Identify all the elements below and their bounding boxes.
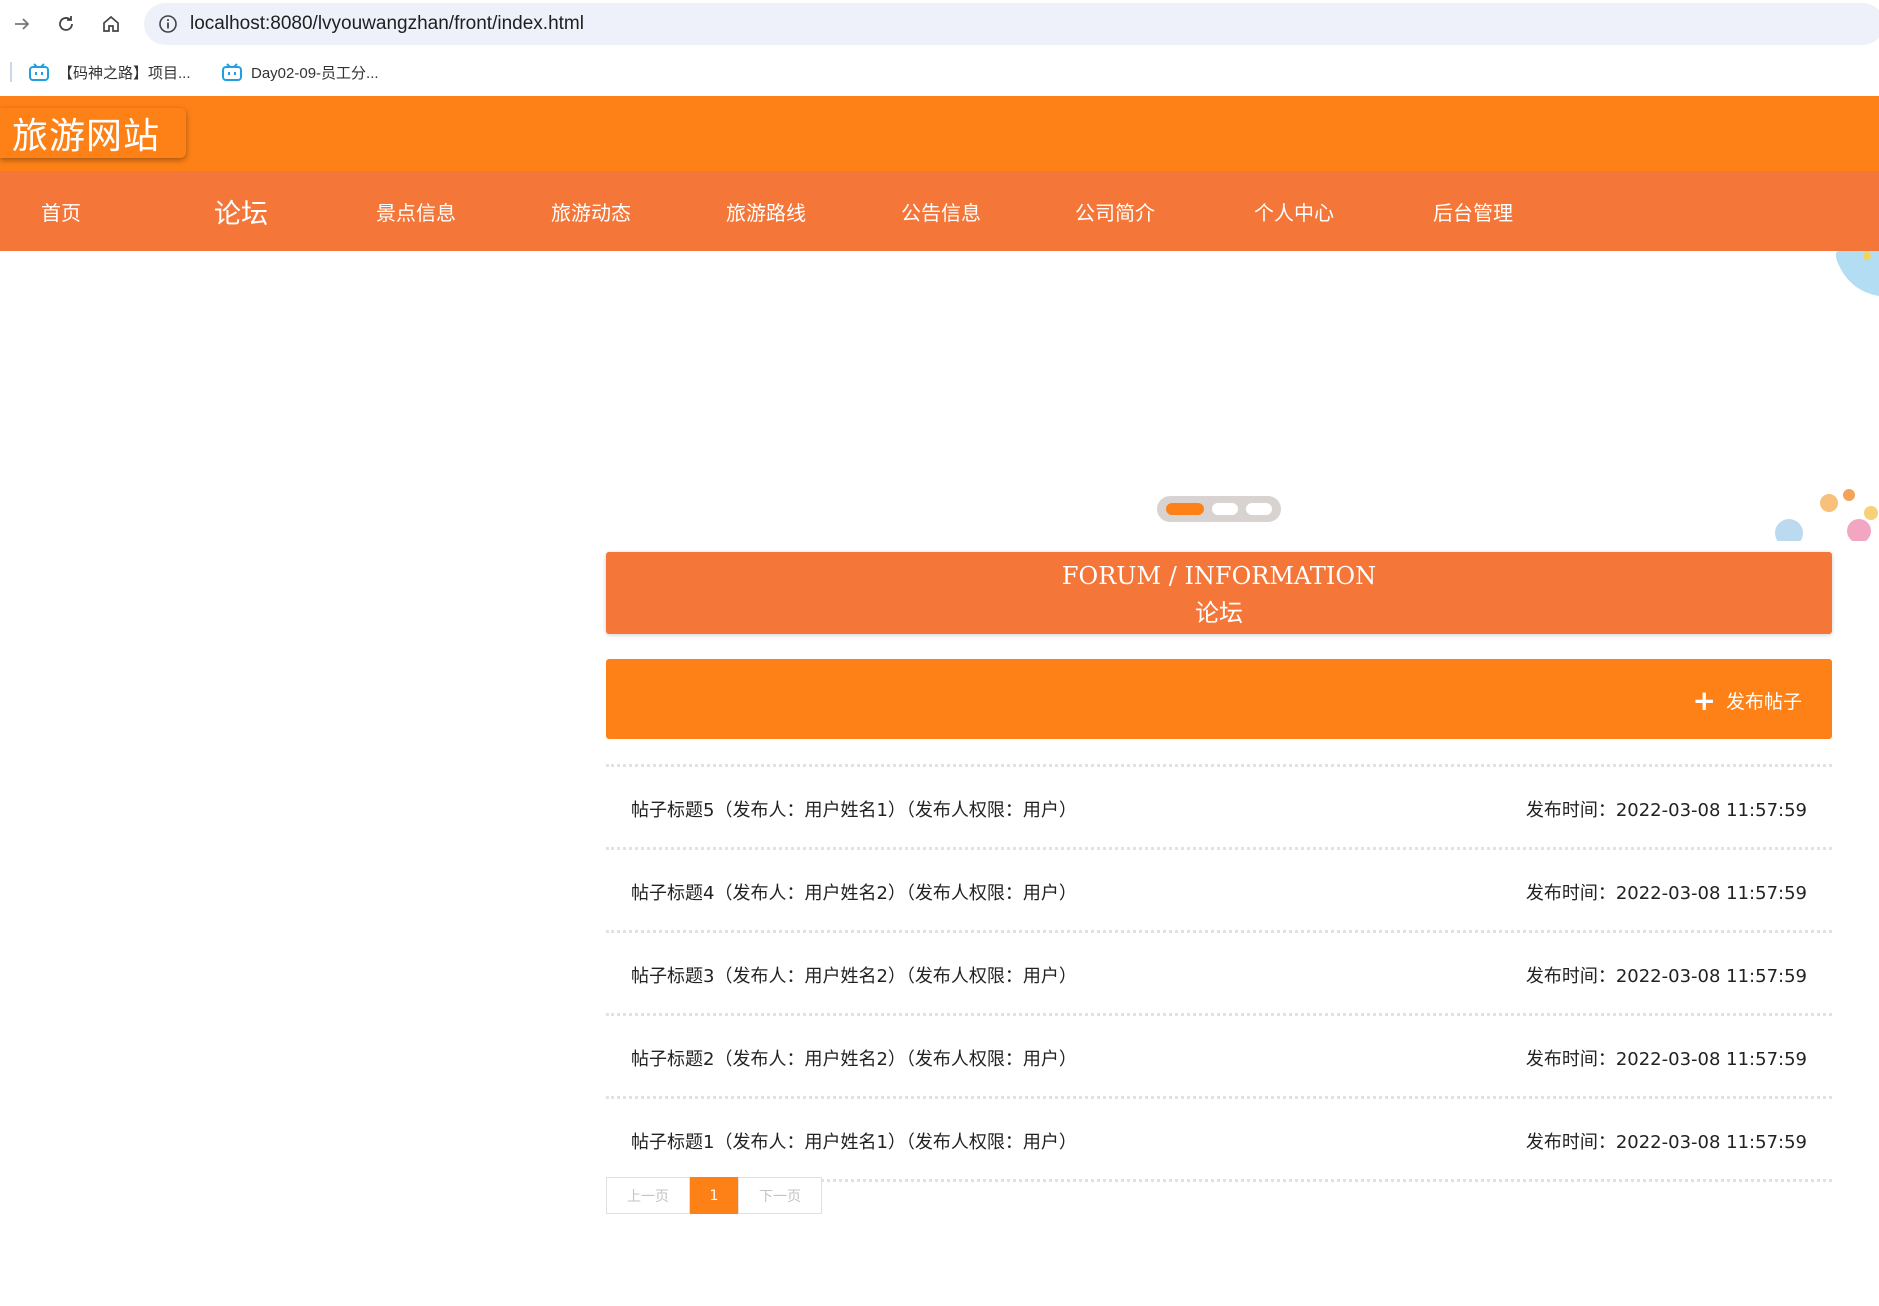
post-time: 发布时间：2022-03-08 11:57:59 — [1525, 800, 1807, 821]
reload-icon[interactable] — [54, 12, 78, 36]
forum-action-bar: + 发布帖子 — [606, 659, 1832, 739]
nav-travel-routes[interactable]: 旅游路线 — [691, 171, 841, 251]
next-page-button[interactable]: 下一页 — [738, 1177, 822, 1214]
forum-title-en: FORUM / INFORMATION — [1061, 562, 1377, 590]
nav-company-intro[interactable]: 公司简介 — [1040, 171, 1190, 251]
forum-section-header: FORUM / INFORMATION 论坛 — [606, 552, 1832, 634]
browser-toolbar: localhost:8080/lvyouwangzhan/front/index… — [0, 0, 1879, 48]
list-item[interactable]: 帖子标题2（发布人：用户姓名2）（发布人权限：用户） 发布时间：2022-03-… — [606, 1016, 1832, 1099]
carousel-dot-3[interactable] — [1246, 503, 1272, 515]
post-list: 帖子标题5（发布人：用户姓名1）（发布人权限：用户） 发布时间：2022-03-… — [606, 764, 1832, 1182]
bookmark-item[interactable]: Day02-09-员工分... — [221, 59, 379, 85]
address-bar[interactable]: localhost:8080/lvyouwangzhan/front/index… — [144, 3, 1879, 45]
forward-icon[interactable] — [10, 12, 34, 36]
bilibili-icon — [29, 63, 49, 81]
publish-post-label: 发布帖子 — [1725, 691, 1802, 713]
site-info-icon[interactable] — [158, 14, 178, 34]
post-time: 发布时间：2022-03-08 11:57:59 — [1525, 1049, 1807, 1070]
nav-admin[interactable]: 后台管理 — [1398, 171, 1548, 251]
bookmark-label: Day02-09-员工分... — [251, 64, 379, 82]
post-title[interactable]: 帖子标题2（发布人：用户姓名2）（发布人权限：用户） — [631, 1045, 1077, 1071]
banner-decoration-flowers — [1775, 489, 1878, 541]
nav-home[interactable]: 首页 — [0, 171, 136, 251]
post-title[interactable]: 帖子标题1（发布人：用户姓名1）（发布人权限：用户） — [631, 1128, 1077, 1154]
post-time: 发布时间：2022-03-08 11:57:59 — [1525, 966, 1807, 987]
nav-personal-center[interactable]: 个人中心 — [1219, 171, 1369, 251]
bookmark-item[interactable]: 【码神之路】项目... — [28, 59, 191, 85]
forum-title-cn: 论坛 — [1195, 599, 1243, 627]
post-time: 发布时间：2022-03-08 11:57:59 — [1525, 883, 1807, 904]
nav-travel-news[interactable]: 旅游动态 — [516, 171, 666, 251]
pagination: 上一页 1 下一页 — [606, 1177, 822, 1214]
home-icon[interactable] — [99, 12, 123, 36]
nav-announcements[interactable]: 公告信息 — [866, 171, 1016, 251]
carousel-indicators — [1157, 496, 1281, 522]
carousel-dot-2[interactable] — [1212, 503, 1238, 515]
publish-post-button[interactable]: + 发布帖子 — [1692, 683, 1802, 717]
site-logo[interactable]: 旅游网站 — [0, 108, 187, 158]
post-title[interactable]: 帖子标题5（发布人：用户姓名1）（发布人权限：用户） — [631, 796, 1077, 822]
page-number-button[interactable]: 1 — [690, 1177, 738, 1214]
post-title[interactable]: 帖子标题4（发布人：用户姓名2）（发布人权限：用户） — [631, 879, 1077, 905]
main-nav: 首页 论坛 景点信息 旅游动态 旅游路线 公告信息 公司简介 个人中心 后台管理 — [0, 171, 1879, 251]
nav-attractions[interactable]: 景点信息 — [341, 171, 491, 251]
prev-page-button[interactable]: 上一页 — [606, 1177, 690, 1214]
banner-decoration-balloon — [1835, 251, 1879, 296]
nav-forum[interactable]: 论坛 — [166, 171, 316, 251]
banner-carousel[interactable] — [0, 251, 1879, 541]
bookmarks-bar: 【码神之路】项目... Day02-09-员工分... — [0, 52, 1879, 92]
plus-icon: + — [1692, 683, 1716, 717]
site-header: 旅游网站 — [0, 96, 1879, 171]
list-item[interactable]: 帖子标题3（发布人：用户姓名2）（发布人权限：用户） 发布时间：2022-03-… — [606, 933, 1832, 1016]
post-title[interactable]: 帖子标题3（发布人：用户姓名2）（发布人权限：用户） — [631, 962, 1077, 988]
bookmark-label: 【码神之路】项目... — [58, 64, 191, 82]
list-item[interactable]: 帖子标题5（发布人：用户姓名1）（发布人权限：用户） 发布时间：2022-03-… — [606, 767, 1832, 850]
carousel-dot-1[interactable] — [1166, 503, 1204, 515]
list-item[interactable]: 帖子标题1（发布人：用户姓名1）（发布人权限：用户） 发布时间：2022-03-… — [606, 1099, 1832, 1182]
post-time: 发布时间：2022-03-08 11:57:59 — [1525, 1132, 1807, 1153]
bilibili-icon — [222, 63, 242, 81]
list-item[interactable]: 帖子标题4（发布人：用户姓名2）（发布人权限：用户） 发布时间：2022-03-… — [606, 850, 1832, 933]
url-text[interactable]: localhost:8080/lvyouwangzhan/front/index… — [190, 13, 584, 35]
bookmarks-divider — [10, 62, 12, 82]
